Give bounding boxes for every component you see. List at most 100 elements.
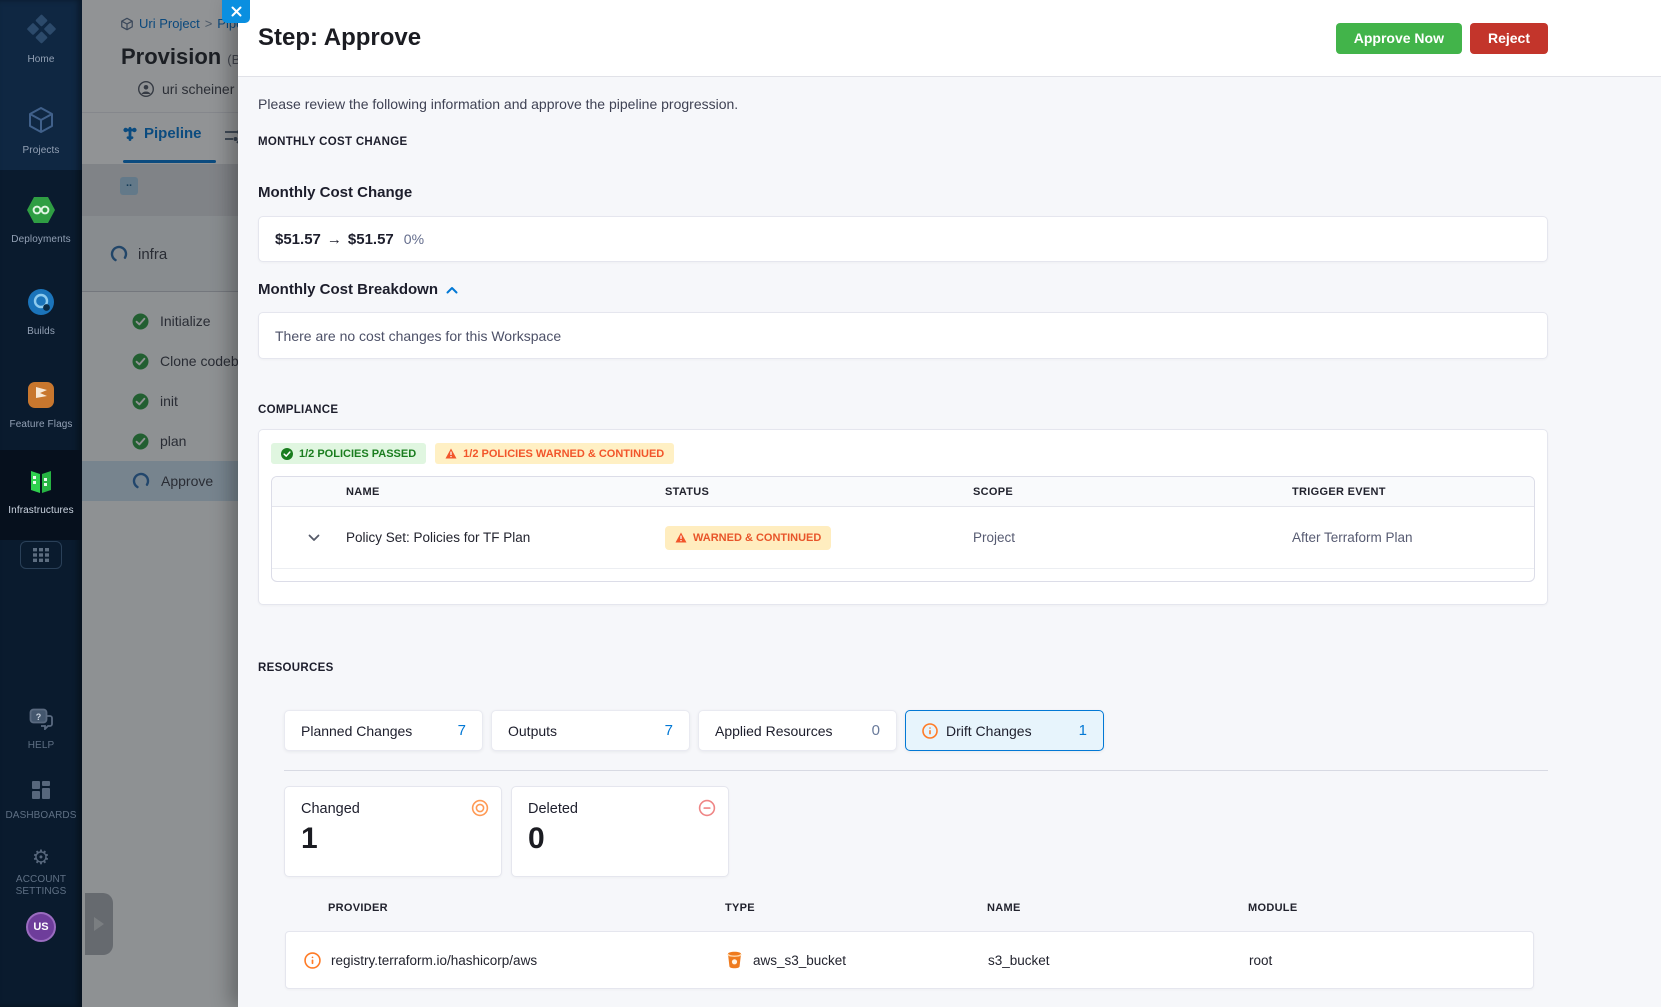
check-circle-icon xyxy=(281,447,293,460)
infrastructures-icon xyxy=(27,469,55,495)
resource-provider: registry.terraform.io/hashicorp/aws xyxy=(331,952,538,968)
feature-flags-icon xyxy=(27,381,55,409)
compliance-badges: 1/2 POLICIES PASSED 1/2 POLICIES WARNED … xyxy=(271,443,1535,464)
info-circle-icon xyxy=(922,722,938,739)
compliance-card: 1/2 POLICIES PASSED 1/2 POLICIES WARNED … xyxy=(258,429,1548,605)
policies-passed-badge: 1/2 POLICIES PASSED xyxy=(271,443,427,464)
policy-scope: Project xyxy=(973,530,1016,545)
sidebar-item-account-settings[interactable]: ⚙ ACCOUNT SETTINGS xyxy=(0,848,82,898)
drawer-title: Step: Approve xyxy=(258,24,422,51)
resource-name: s3_bucket xyxy=(988,952,1050,968)
settings-gear-icon: ⚙ xyxy=(32,847,50,869)
deleted-label: Deleted xyxy=(528,801,578,817)
warning-triangle-icon xyxy=(675,532,687,543)
col-provider: PROVIDER xyxy=(328,902,388,914)
cost-breakdown-toggle[interactable]: Monthly Cost Breakdown xyxy=(258,281,1548,298)
dashboards-icon xyxy=(31,780,51,800)
col-type: TYPE xyxy=(725,902,755,914)
reject-button[interactable]: Reject xyxy=(1469,22,1548,54)
cost-breakdown-empty-card: There are no cost changes for this Works… xyxy=(258,312,1548,359)
s3-bucket-icon xyxy=(726,951,743,969)
review-instructions: Please review the following information … xyxy=(258,96,739,112)
applied-resources-count: 0 xyxy=(871,722,880,739)
compliance-section-label: COMPLIANCE xyxy=(258,404,339,416)
changed-label: Changed xyxy=(301,801,360,817)
col-module: MODULE xyxy=(1248,902,1298,914)
sidebar-item-label: Builds xyxy=(27,326,55,337)
col-scope: SCOPE xyxy=(973,485,1014,498)
policy-trigger-event: After Terraform Plan xyxy=(1292,530,1413,545)
outputs-count: 7 xyxy=(664,722,673,739)
sidebar-item-label: Projects xyxy=(22,145,60,156)
builds-icon xyxy=(27,288,55,316)
changed-summary-card: Changed 1 xyxy=(284,786,502,877)
home-icon xyxy=(26,14,56,44)
cost-breakdown-heading: Monthly Cost Breakdown xyxy=(258,281,439,298)
sidebar-item-help[interactable]: ? HELP xyxy=(0,708,82,751)
sidebar-item-home[interactable]: Home xyxy=(0,14,82,65)
cost-arrow: → xyxy=(326,230,342,248)
policy-status-badge: WARNED & CONTINUED xyxy=(665,525,832,550)
sidebar-item-label: ACCOUNT xyxy=(15,874,67,885)
sidebar-item-label: Deployments xyxy=(11,234,71,245)
drawer-body: Please review the following information … xyxy=(238,77,1661,989)
policy-table-header: NAME STATUS SCOPE TRIGGER EVENT xyxy=(272,477,1534,507)
minus-circle-icon xyxy=(698,799,716,817)
tab-drift-changes[interactable]: Drift Changes 1 xyxy=(905,710,1104,751)
projects-cube-icon xyxy=(26,105,56,135)
sidebar-item-label: SETTINGS xyxy=(15,886,67,897)
tab-applied-resources[interactable]: Applied Resources 0 xyxy=(698,710,897,751)
sidebar-item-label: Feature Flags xyxy=(9,419,73,430)
sidebar-item-label: Home xyxy=(27,54,55,65)
chevron-down-icon[interactable] xyxy=(308,534,346,542)
sidebar-item-dashboards[interactable]: DASHBOARDS xyxy=(0,780,82,821)
resource-type: aws_s3_bucket xyxy=(753,952,847,968)
cost-from: $51.57 xyxy=(275,230,321,248)
avatar: US xyxy=(26,912,56,942)
resources-section-label: RESOURCES xyxy=(258,662,334,674)
cost-percent: 0% xyxy=(403,231,425,247)
sidebar-item-deployments[interactable]: Deployments xyxy=(0,196,82,245)
sidebar-item-label: HELP xyxy=(27,740,55,751)
resources-divider xyxy=(284,770,1548,771)
monthly-cost-section-label: MONTHLY COST CHANGE xyxy=(258,136,408,148)
tab-planned-changes[interactable]: Planned Changes 7 xyxy=(284,710,483,751)
policy-table-row[interactable]: Policy Set: Policies for TF Plan WARNED … xyxy=(272,507,1534,569)
col-status: STATUS xyxy=(665,485,710,498)
changed-circles-icon xyxy=(471,799,489,817)
drift-table-row[interactable]: registry.terraform.io/hashicorp/aws aws_… xyxy=(285,931,1534,989)
approve-now-button[interactable]: Approve Now xyxy=(1335,22,1462,54)
deleted-summary-card: Deleted 0 xyxy=(511,786,729,877)
resource-module: root xyxy=(1249,952,1273,968)
help-chat-icon: ? xyxy=(29,708,53,730)
user-menu[interactable]: US xyxy=(0,912,82,942)
changed-value: 1 xyxy=(301,822,318,855)
sidebar-item-label: Infrastructures xyxy=(8,505,74,516)
left-nav-sidebar: Home Projects Deployments Builds Feature… xyxy=(0,0,82,1007)
policies-warned-badge: 1/2 POLICIES WARNED & CONTINUED xyxy=(435,443,675,464)
policy-table: NAME STATUS SCOPE TRIGGER EVENT Policy S… xyxy=(271,476,1535,582)
info-circle-icon[interactable] xyxy=(304,951,321,969)
sidebar-item-feature-flags[interactable]: Feature Flags xyxy=(0,381,82,430)
resource-tabs: Planned Changes 7 Outputs 7 Applied Reso… xyxy=(284,710,1548,751)
tab-outputs[interactable]: Outputs 7 xyxy=(491,710,690,751)
chevron-up-icon xyxy=(446,286,458,294)
col-name: NAME xyxy=(987,902,1021,914)
warning-triangle-icon xyxy=(445,448,457,459)
module-picker[interactable] xyxy=(0,541,82,569)
sidebar-item-label: DASHBOARDS xyxy=(5,810,77,821)
approve-step-drawer: Step: Approve Approve Now Reject Please … xyxy=(222,0,1661,1007)
col-trigger-event: TRIGGER EVENT xyxy=(1292,485,1386,498)
planned-changes-count: 7 xyxy=(457,722,466,739)
cost-to: $51.57 xyxy=(347,230,394,248)
sidebar-item-projects[interactable]: Projects xyxy=(0,105,82,156)
close-icon xyxy=(231,6,242,17)
deployments-icon xyxy=(26,196,56,224)
drift-changes-count: 1 xyxy=(1078,722,1087,739)
sidebar-item-infrastructures[interactable]: Infrastructures xyxy=(0,469,82,516)
svg-text:?: ? xyxy=(36,712,42,722)
drift-summary-cards: Changed 1 Deleted 0 xyxy=(284,786,1548,877)
cost-change-card: $51.57 → $51.57 0% xyxy=(258,216,1548,262)
drawer-close-button[interactable] xyxy=(222,0,250,23)
sidebar-item-builds[interactable]: Builds xyxy=(0,288,82,337)
